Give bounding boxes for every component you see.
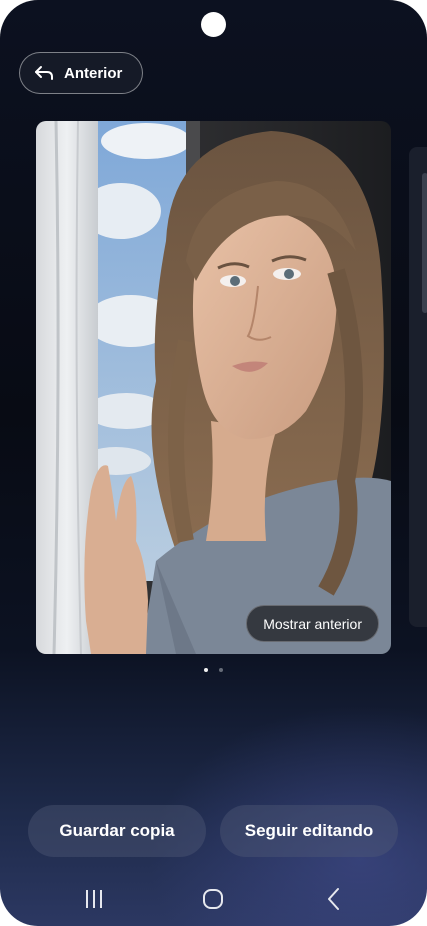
save-copy-button[interactable]: Guardar copia <box>28 805 206 857</box>
page-dot-1 <box>204 668 208 672</box>
back-arrow-icon <box>35 66 53 80</box>
next-image-scroll-indicator <box>422 173 427 313</box>
photo-preview[interactable]: Mostrar anterior <box>36 121 391 654</box>
portrait-photo <box>36 121 391 654</box>
back-button-label: Anterior <box>64 64 123 82</box>
nav-back-button[interactable] <box>313 884 353 914</box>
continue-editing-button[interactable]: Seguir editando <box>220 805 398 857</box>
recents-button[interactable] <box>74 884 114 914</box>
front-camera <box>201 12 226 37</box>
page-dot-2 <box>219 668 223 672</box>
screen: Anterior Mostrar anterior Guardar copia … <box>0 0 427 926</box>
home-icon <box>203 889 223 909</box>
next-image-preview[interactable] <box>409 147 427 627</box>
nav-back-icon <box>328 888 339 910</box>
show-previous-label: Mostrar anterior <box>263 615 362 632</box>
home-button[interactable] <box>193 884 233 914</box>
show-previous-button[interactable]: Mostrar anterior <box>246 605 379 642</box>
page-indicator <box>0 668 427 672</box>
continue-editing-label: Seguir editando <box>244 821 374 840</box>
system-navigation-bar <box>0 870 427 926</box>
save-copy-label: Guardar copia <box>59 821 175 840</box>
recents-icon <box>86 890 102 908</box>
back-button[interactable]: Anterior <box>19 52 143 94</box>
